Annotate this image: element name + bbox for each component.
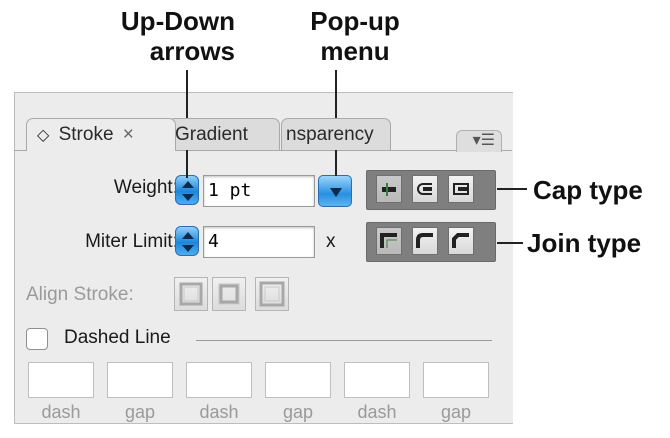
miter-limit-suffix: x xyxy=(326,231,336,252)
weight-popup-menu-button[interactable] xyxy=(318,175,352,207)
tab-gradient-label: Gradient xyxy=(175,124,248,145)
gap-field-1[interactable] xyxy=(107,362,173,398)
dashed-line-label: Dashed Line xyxy=(64,327,171,348)
bevel-join-button[interactable] xyxy=(448,227,474,255)
miter-join-icon xyxy=(380,233,397,248)
align-outside-icon xyxy=(259,281,285,307)
align-stroke-inside-button[interactable] xyxy=(212,277,246,311)
tab-close-icon[interactable]: × xyxy=(123,124,134,145)
round-join-button[interactable] xyxy=(412,227,438,255)
callout-popup-menu: Pop-up menu xyxy=(300,8,410,64)
align-stroke-center-button[interactable] xyxy=(174,277,208,311)
butt-cap-icon xyxy=(382,183,396,196)
align-inside-icon xyxy=(218,283,240,305)
dash-field-3-label: dash xyxy=(357,402,397,422)
chevron-down-icon xyxy=(330,188,342,197)
dashed-line-checkbox[interactable] xyxy=(26,328,48,350)
round-cap-icon xyxy=(417,183,432,195)
dash-field-2-label: dash xyxy=(199,402,239,422)
projecting-cap-button[interactable] xyxy=(448,175,474,203)
miter-join-button[interactable] xyxy=(376,227,402,255)
tab-gradient[interactable]: Gradient xyxy=(168,118,280,150)
gap-field-3-label: gap xyxy=(440,402,472,422)
callout-cap-type: Cap type xyxy=(533,175,643,205)
dashed-line-divider xyxy=(196,340,492,341)
gap-field-1-label: gap xyxy=(124,402,156,422)
cap-type-pointer-line xyxy=(497,188,527,190)
tab-stroke[interactable]: ◇ Stroke × xyxy=(26,118,176,151)
miter-limit-label: Miter Limit: xyxy=(85,231,178,252)
weight-stepper-arrows[interactable] xyxy=(175,175,199,205)
callout-join-type: Join type xyxy=(527,228,642,258)
tab-stroke-label: Stroke xyxy=(58,124,114,145)
gap-field-3[interactable] xyxy=(423,362,489,398)
up-down-arrows-icon xyxy=(182,181,194,201)
callout-popup-line1: Pop-up xyxy=(310,6,400,36)
panel-menu-glyph: ▾☰ xyxy=(472,132,495,149)
gap-field-2-label: gap xyxy=(282,402,314,422)
up-down-arrows-icon xyxy=(182,232,194,252)
miter-stepper-arrows[interactable] xyxy=(175,226,199,256)
round-cap-button[interactable] xyxy=(412,175,438,203)
panel-menu-icon[interactable]: ▾☰ xyxy=(456,130,502,152)
miter-limit-input[interactable]: 4 xyxy=(203,226,315,258)
dash-field-3[interactable] xyxy=(344,362,410,398)
align-stroke-outside-button[interactable] xyxy=(255,277,289,311)
dash-field-1-label: dash xyxy=(41,402,81,422)
gap-field-2[interactable] xyxy=(265,362,331,398)
tab-transparency-label: nsparency xyxy=(286,124,374,145)
callout-up-down-line2: arrows xyxy=(149,36,235,66)
projecting-cap-icon xyxy=(453,183,469,195)
callout-up-down-arrows: Up-Down arrows xyxy=(95,8,235,64)
weight-input[interactable]: 1 pt xyxy=(203,175,315,207)
tab-transparency[interactable]: nsparency xyxy=(281,118,391,150)
round-join-icon xyxy=(416,233,433,248)
join-type-pointer-line xyxy=(497,242,523,244)
weight-label: Weight: xyxy=(113,177,178,198)
callout-up-down-line1: Up-Down xyxy=(120,6,235,36)
bevel-join-icon xyxy=(452,233,469,248)
dash-field-1[interactable] xyxy=(28,362,94,398)
align-center-icon xyxy=(179,282,203,306)
tab-toggle-icon[interactable]: ◇ xyxy=(37,127,49,144)
butt-cap-button[interactable] xyxy=(376,175,402,203)
align-stroke-label: Align Stroke: xyxy=(26,284,134,305)
callout-popup-line2: menu xyxy=(320,36,390,66)
dash-field-2[interactable] xyxy=(186,362,252,398)
